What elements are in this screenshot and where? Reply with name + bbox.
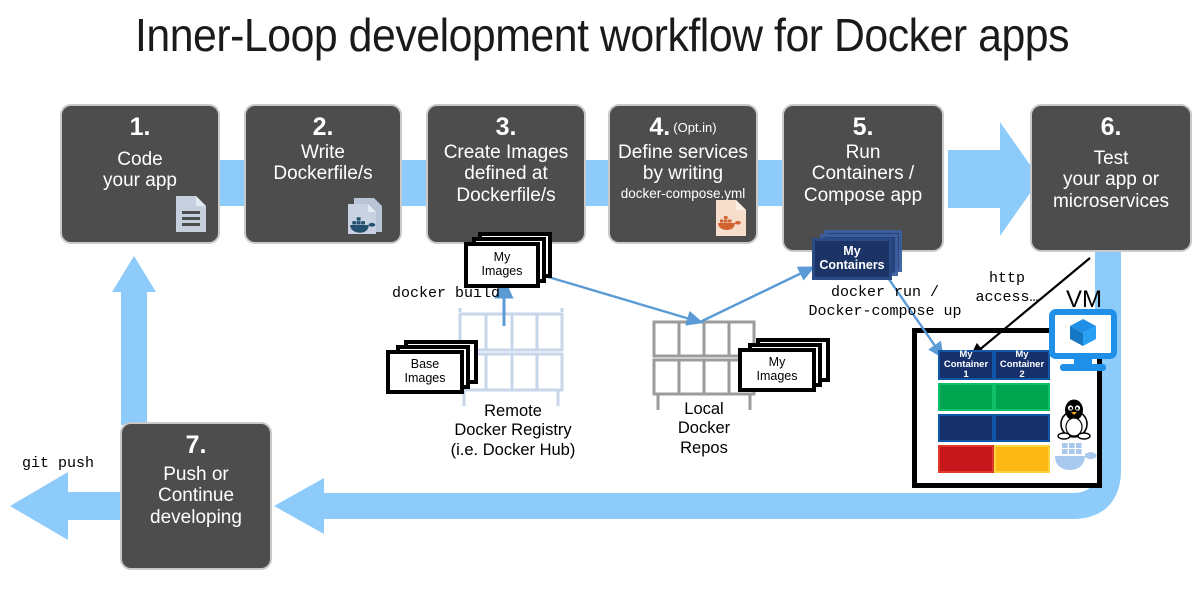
connector-bar-1-2 (216, 160, 250, 206)
step-1-number-row: 1. (62, 114, 218, 141)
vm-container-2-seg-1 (994, 383, 1050, 411)
step-5-body: Run Containers / Compose app (803, 142, 923, 206)
step-7-number: 7. (185, 431, 207, 459)
remote-registry-label: Remote Docker Registry (i.e. Docker Hub) (450, 402, 576, 459)
step-4-number-row: 4. (Opt.in) (610, 114, 756, 141)
base-images-chip: Base Images (386, 350, 464, 394)
base-images-label: Base Images (404, 357, 446, 385)
step-6-number: 6. (1100, 113, 1122, 141)
local-repos-label: Local Docker Repos (677, 400, 731, 457)
vm-container-1-seg-2 (938, 414, 994, 442)
vm-label: VM (1066, 286, 1102, 313)
step-2-body: Write Dockerfile/s (273, 142, 373, 185)
step-4-body: Define services by writing (618, 142, 748, 185)
document-icon (174, 194, 208, 234)
docker-build-label: docker build (392, 285, 501, 302)
dockerfile-icon (344, 194, 392, 238)
step-3-body: Create Images defined at Dockerfile/s (443, 142, 569, 206)
step-box-2[interactable]: 2. Write Dockerfile/s (246, 106, 400, 242)
step-5-number-row: 5. (784, 114, 942, 141)
step-box-5[interactable]: 5. Run Containers / Compose app (784, 106, 942, 250)
connector-bar-3-4 (580, 160, 614, 206)
git-push-label: git push (22, 455, 95, 472)
step-6-number-row: 6. (1032, 114, 1190, 141)
diagram-canvas: Inner-Loop development workflow for Dock… (0, 0, 1204, 591)
docker-run-label: docker run / Docker-compose up (808, 284, 962, 320)
http-access-label: http access… (975, 270, 1039, 306)
my-images-top-chip: My Images (464, 242, 540, 288)
step-7-number-row: 7. (122, 432, 270, 459)
vm-container-1-header: My Container 1 (938, 348, 994, 381)
vm-container-1-label: My Container 1 (943, 348, 989, 381)
vm-container-2: My Container 2 (994, 348, 1050, 473)
step-2-number: 2. (312, 113, 334, 141)
step-box-4[interactable]: 4. (Opt.in) Define services by writing do… (610, 106, 756, 242)
step-4-optin: (Opt.in) (673, 120, 717, 135)
compose-file-icon (714, 198, 748, 238)
step-box-6[interactable]: 6. Test your app or microservices (1032, 106, 1190, 250)
vm-container-2-seg-2 (994, 414, 1050, 442)
step-7-body: Push or Continue developing (150, 464, 242, 528)
step-4-number: 4. (649, 113, 671, 141)
step-3-number-row: 3. (428, 114, 584, 141)
my-images-local-label: My Images (756, 355, 798, 383)
vm-container-1-seg-1 (938, 383, 994, 411)
linux-penguin-icon (1056, 398, 1092, 440)
my-images-local-chip: My Images (738, 348, 816, 392)
step-3-number: 3. (495, 113, 517, 141)
docker-whale-icon (1052, 440, 1098, 478)
vm-container-2-label: My Container 2 (999, 348, 1045, 381)
vm-container-1-seg-3 (938, 445, 994, 473)
connector-bar-2-3 (398, 160, 432, 206)
step-6-body: Test your app or microservices (1052, 148, 1170, 212)
step-1-number: 1. (129, 113, 151, 141)
step-5-number: 5. (852, 113, 874, 141)
my-containers-chip: My Containers (812, 238, 892, 280)
step-box-1[interactable]: 1. Code your app (62, 106, 218, 242)
my-containers-label: My Containers (819, 244, 885, 272)
step-2-number-row: 2. (246, 114, 400, 141)
vm-monitor-icon (1046, 309, 1120, 374)
step-box-3[interactable]: 3. Create Images defined at Dockerfile/s (428, 106, 584, 242)
step-1-body: Code your app (103, 149, 177, 192)
step-box-7[interactable]: 7. Push or Continue developing (122, 424, 270, 568)
vm-container-2-header: My Container 2 (994, 348, 1050, 381)
page-title: Inner-Loop development workflow for Dock… (134, 9, 1070, 61)
my-images-top-label: My Images (481, 250, 523, 278)
vm-container-1: My Container 1 (938, 348, 994, 473)
vm-container-2-seg-3 (994, 445, 1050, 473)
